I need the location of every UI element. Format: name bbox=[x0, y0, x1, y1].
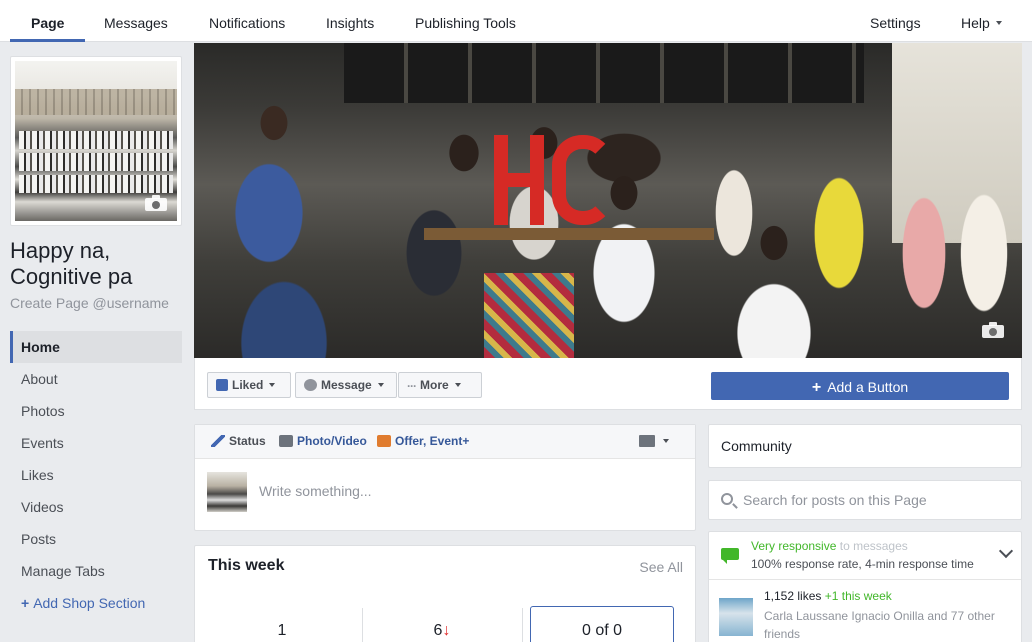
composer-tab-status[interactable]: Status bbox=[211, 434, 266, 448]
tab-notifications[interactable]: Notifications bbox=[209, 0, 285, 42]
friend-avatar[interactable] bbox=[719, 598, 753, 636]
profile-picture bbox=[15, 61, 177, 221]
sidebar-item-about[interactable]: About bbox=[10, 363, 182, 395]
chat-bubble-icon bbox=[721, 548, 739, 564]
photo-video-label: Photo/Video bbox=[297, 434, 367, 448]
sidebar-item-likes[interactable]: Likes bbox=[10, 459, 182, 491]
caret-down-icon bbox=[269, 382, 276, 387]
add-a-button[interactable]: + Add a Button bbox=[711, 372, 1009, 400]
search-icon bbox=[721, 493, 733, 505]
community-header[interactable]: Community bbox=[708, 424, 1022, 468]
settings-link[interactable]: Settings bbox=[870, 0, 921, 42]
arrow-down-icon: ↓ bbox=[442, 622, 451, 639]
photo-album-icon[interactable] bbox=[639, 435, 655, 447]
profile-crowd-row bbox=[19, 131, 173, 149]
help-label: Help bbox=[961, 15, 990, 31]
sidebar-item-events[interactable]: Events bbox=[10, 427, 182, 459]
hc-letters bbox=[494, 135, 614, 230]
plus-icon: + bbox=[811, 379, 822, 396]
create-username-link[interactable]: Create Page @username bbox=[10, 295, 169, 311]
responsiveness-badge: Very responsive to messages bbox=[751, 539, 908, 553]
sidebar-item-manage-tabs[interactable]: Manage Tabs bbox=[10, 555, 182, 587]
liked-label: Liked bbox=[232, 378, 264, 392]
this-week-title: This week bbox=[208, 557, 285, 574]
status-label: Status bbox=[229, 434, 266, 448]
caret-down-icon bbox=[995, 21, 1002, 26]
help-menu[interactable]: Help bbox=[961, 0, 1002, 42]
likes-summary: 1,152 likes +1 this week bbox=[764, 589, 892, 603]
page-info-card: Very responsive to messages 100% respons… bbox=[708, 531, 1022, 642]
camera-icon[interactable] bbox=[982, 322, 1004, 338]
ellipsis-icon: ··· bbox=[407, 378, 417, 393]
see-all-link[interactable]: See All bbox=[639, 559, 683, 575]
responsiveness-row[interactable]: Very responsive to messages 100% respons… bbox=[709, 532, 1021, 580]
cover-photo[interactable] bbox=[194, 43, 1022, 358]
tab-messages[interactable]: Messages bbox=[104, 0, 168, 42]
search-input[interactable]: Search for posts on this Page bbox=[743, 492, 927, 508]
message-label: Message bbox=[321, 378, 372, 392]
messenger-icon bbox=[304, 378, 317, 391]
stat-value: 0 of 0 bbox=[581, 622, 623, 639]
add-a-button-label: Add a Button bbox=[827, 379, 909, 395]
offer-icon bbox=[377, 434, 391, 447]
responsiveness-suffix: to messages bbox=[839, 539, 908, 553]
tab-page[interactable]: Page bbox=[9, 0, 87, 42]
chevron-down-icon[interactable] bbox=[998, 543, 1014, 559]
write-something-input[interactable]: Write something... bbox=[259, 483, 372, 499]
page-top-nav: Page Messages Notifications Insights Pub… bbox=[0, 0, 1032, 42]
message-button[interactable]: Message bbox=[295, 372, 397, 398]
profile-crowd-row bbox=[19, 153, 173, 171]
stat-divider bbox=[362, 608, 363, 642]
response-detail: 100% response rate, 4-min response time bbox=[751, 557, 974, 571]
tab-insights[interactable]: Insights bbox=[326, 0, 374, 42]
post-composer: Status Photo/Video Offer, Event+ Write s… bbox=[194, 424, 696, 531]
stat-value[interactable]: 1 bbox=[212, 622, 352, 640]
caret-down-icon bbox=[377, 382, 384, 387]
more-label: More bbox=[420, 378, 449, 392]
composer-tab-photo-video[interactable]: Photo/Video bbox=[279, 434, 367, 448]
avatar bbox=[207, 472, 247, 512]
page-title: Happy na, Cognitive pa bbox=[10, 238, 133, 289]
likes-count: 1,152 likes bbox=[764, 589, 822, 603]
responsiveness-label: Very responsive bbox=[751, 539, 837, 553]
add-shop-section-link[interactable]: + Add Shop Section bbox=[10, 593, 182, 613]
composer-tab-offer-event[interactable]: Offer, Event+ bbox=[377, 434, 469, 448]
stat-divider bbox=[522, 608, 523, 642]
page-post-search[interactable]: Search for posts on this Page bbox=[708, 480, 1022, 520]
this-week-card: This week See All 1 6↓ 0 of 0 bbox=[194, 545, 696, 642]
more-button[interactable]: ··· More bbox=[398, 372, 482, 398]
photo-icon bbox=[279, 434, 293, 447]
sidebar-item-photos[interactable]: Photos bbox=[10, 395, 182, 427]
profile-building bbox=[15, 89, 177, 115]
sidebar-item-posts[interactable]: Posts bbox=[10, 523, 182, 555]
likes-this-week: +1 this week bbox=[824, 589, 892, 603]
tab-publishing-tools[interactable]: Publishing Tools bbox=[415, 0, 516, 42]
sidebar-item-videos[interactable]: Videos bbox=[10, 491, 182, 523]
plus-icon: + bbox=[21, 595, 30, 611]
liked-button[interactable]: Liked bbox=[207, 372, 291, 398]
thumbs-up-icon bbox=[216, 378, 228, 391]
add-shop-label: Add Shop Section bbox=[33, 595, 146, 611]
profile-crowd-row bbox=[19, 175, 173, 193]
pencil-icon bbox=[211, 434, 225, 447]
caret-down-icon bbox=[454, 382, 461, 387]
left-nav: Home About Photos Events Likes Videos Po… bbox=[10, 331, 182, 613]
profile-picture-frame[interactable] bbox=[10, 56, 182, 226]
friends-who-like[interactable]: Carla Laussane Ignacio Onilla and 77 oth… bbox=[764, 607, 1014, 642]
composer-tabs: Status Photo/Video Offer, Event+ bbox=[195, 425, 695, 459]
cover-letter-block bbox=[484, 273, 574, 358]
sidebar-item-home[interactable]: Home bbox=[10, 331, 182, 363]
stat-value[interactable]: 6↓ bbox=[372, 622, 512, 640]
camera-icon[interactable] bbox=[145, 195, 167, 211]
caret-down-icon[interactable] bbox=[663, 439, 669, 443]
offer-event-label: Offer, Event+ bbox=[395, 434, 470, 448]
